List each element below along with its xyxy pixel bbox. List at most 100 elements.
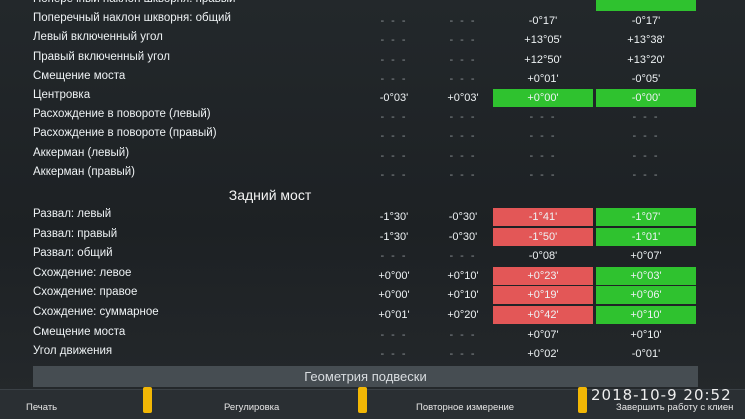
- rear-row: Развал: общий - - - - - - -0°08' +0°07': [0, 246, 745, 266]
- rear-value-v2: - - -: [449, 250, 477, 263]
- front-row: Смещение моста - - - - - - +0°01' -0°05': [0, 69, 745, 89]
- print-button[interactable]: Печать: [26, 402, 57, 413]
- front-value-v1: - - -: [380, 53, 408, 66]
- front-value-v4: -0°00': [596, 89, 696, 107]
- front-value-v2: - - -: [449, 149, 477, 162]
- rear-row: Развал: правый -1°30' -0°30' -1°50' -1°01': [0, 227, 745, 247]
- front-value-v2: - - -: [449, 15, 477, 28]
- rear-value-v1: +0°00': [378, 289, 410, 302]
- adjust-button[interactable]: Регулировка: [224, 402, 279, 413]
- rear-value-v2: +0°20': [447, 309, 479, 321]
- rear-value-v4: -1°01': [596, 227, 696, 246]
- rear-row-label: Схождение: правое: [33, 286, 138, 299]
- front-value-v4: - - -: [632, 111, 660, 124]
- front-value-v1: - - -: [380, 34, 408, 47]
- front-value-v4: [596, 0, 696, 11]
- rear-row-label: Смещение моста: [33, 325, 126, 338]
- rear-value-v2: -0°30': [448, 230, 478, 243]
- rear-row-label: Угол движения: [33, 345, 113, 358]
- rear-row: Смещение моста - - - - - - +0°07' +0°10': [0, 325, 745, 345]
- key-marker-icon: [143, 387, 152, 413]
- rear-value-v1: -1°30': [379, 211, 409, 223]
- alignment-results-screen: Поперечный наклон шкворня: правый Попереч…: [0, 0, 745, 419]
- rear-value-v3: +0°42': [493, 306, 593, 324]
- rear-row-label: Схождение: левое: [33, 266, 132, 279]
- key-marker-icon: [358, 387, 367, 413]
- rear-value-v2: +0°10': [447, 269, 479, 282]
- rear-row: Схождение: суммарное +0°01' +0°20' +0°42' +0…: [0, 305, 745, 325]
- front-row: Аккерман (правый) - - - - - - - - - - - -: [0, 165, 745, 185]
- rear-value-v4: +0°06': [596, 286, 696, 305]
- front-row-label: Аккерман (левый): [33, 146, 130, 159]
- front-row-label: Поперечный наклон шкворня: правый: [33, 0, 235, 5]
- front-row: Расхождение в повороте (левый) - - - - - -…: [0, 107, 745, 127]
- rear-value-v4: +0°07': [630, 250, 662, 263]
- rear-value-v1: - - -: [380, 328, 408, 341]
- front-value-v4: -0°17': [631, 15, 661, 28]
- front-row-label: Расхождение в повороте (левый): [33, 108, 211, 121]
- rear-row: Развал: левый -1°30' -0°30' -1°41' -1°07': [0, 207, 745, 227]
- front-value-v4: +13°38': [627, 34, 665, 47]
- front-value-v1: - - -: [380, 72, 408, 85]
- front-value-v2: - - -: [449, 34, 477, 47]
- front-value-v1: -0°03': [379, 92, 409, 104]
- front-value-v3: +0°01': [527, 72, 559, 85]
- front-value-v2: - - -: [449, 130, 477, 143]
- front-row: Правый включенный угол - - - - - - +12°50' +…: [0, 50, 745, 70]
- rear-row: Угол движения - - - - - - +0°02' -0°01': [0, 344, 745, 364]
- rear-value-v3: -0°08': [528, 250, 558, 263]
- front-value-v3: +0°00': [493, 89, 593, 107]
- rear-value-v1: - - -: [380, 250, 408, 263]
- front-row: Расхождение в повороте (правый) - - - - - …: [0, 126, 745, 146]
- front-value-v2: [438, 0, 488, 11]
- front-value-v3: [493, 0, 593, 11]
- front-value-v4: -0°05': [631, 72, 661, 85]
- front-row-label: Поперечный наклон шкворня: общий: [33, 12, 231, 25]
- front-value-v4: - - -: [632, 149, 660, 162]
- front-row: Поперечный наклон шкворня: правый: [0, 0, 745, 12]
- front-row-label: Левый включенный угол: [33, 31, 163, 44]
- key-marker-icon: [578, 387, 587, 413]
- rear-row-label: Развал: общий: [33, 247, 113, 260]
- suspension-geometry-button[interactable]: Геометрия подвески: [33, 366, 698, 387]
- front-value-v1: - - -: [380, 168, 408, 181]
- front-row: Центровка -0°03' +0°03' +0°00' -0°00': [0, 88, 745, 108]
- rear-axle-heading: Задний мост: [228, 187, 312, 203]
- front-row-label: Смещение моста: [33, 69, 126, 82]
- front-value-v1: - - -: [380, 111, 408, 124]
- front-row-label: Расхождение в повороте (правый): [33, 127, 217, 140]
- front-value-v2: - - -: [449, 53, 477, 66]
- remeasure-button[interactable]: Повторное измерение: [416, 402, 514, 413]
- rear-value-v4: +0°10': [630, 328, 662, 341]
- rear-value-v2: +0°10': [447, 289, 479, 302]
- front-value-v2: - - -: [449, 111, 477, 124]
- front-value-v1: - - -: [380, 130, 408, 143]
- rear-value-v3: -1°41': [493, 208, 593, 226]
- front-value-v4: - - -: [632, 130, 660, 143]
- rear-value-v2: - - -: [449, 328, 477, 341]
- front-value-v3: - - -: [529, 130, 557, 143]
- rear-value-v4: -1°07': [596, 208, 696, 226]
- front-value-v1: [370, 0, 418, 11]
- front-value-v3: - - -: [529, 111, 557, 124]
- rear-value-v3: -1°50': [493, 227, 593, 246]
- front-row-label: Центровка: [33, 89, 91, 101]
- front-row: Поперечный наклон шкворня: общий - - - - -…: [0, 11, 745, 31]
- rear-value-v4: +0°03': [596, 266, 696, 285]
- front-value-v2: +0°03': [447, 92, 479, 104]
- rear-value-v2: -0°30': [448, 211, 478, 223]
- front-value-v4: +13°20': [627, 53, 665, 66]
- front-value-v3: - - -: [529, 168, 557, 181]
- front-row: Аккерман (левый) - - - - - - - - - - - -: [0, 146, 745, 166]
- rear-value-v1: +0°00': [378, 269, 410, 282]
- front-value-v2: - - -: [449, 72, 477, 85]
- rear-value-v3: +0°02': [527, 348, 559, 361]
- front-value-v1: - - -: [380, 15, 408, 28]
- rear-value-v3: +0°07': [527, 328, 559, 341]
- front-value-v3: +13°05': [524, 34, 562, 47]
- rear-row: Схождение: правое +0°00' +0°10' +0°19' +0°06…: [0, 285, 745, 305]
- front-value-v3: - - -: [529, 149, 557, 162]
- front-value-v2: - - -: [449, 168, 477, 181]
- rear-value-v1: +0°01': [378, 309, 410, 321]
- rear-value-v4: -0°01': [631, 348, 661, 361]
